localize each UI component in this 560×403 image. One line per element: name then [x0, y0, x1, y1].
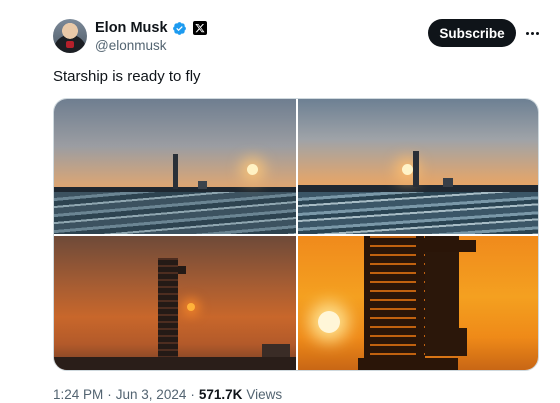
- photo-2[interactable]: [298, 99, 538, 234]
- post-meta: 1:24 PM · Jun 3, 2024 · 571.7K Views: [53, 387, 282, 402]
- views-count[interactable]: 571.7K: [199, 387, 243, 402]
- more-options-icon[interactable]: [522, 24, 542, 42]
- subscribe-button[interactable]: Subscribe: [428, 19, 516, 47]
- author-handle[interactable]: @elonmusk: [95, 38, 166, 53]
- views-label: Views: [246, 387, 283, 402]
- media-grid: [53, 98, 539, 371]
- verified-badge-icon: [172, 21, 186, 35]
- meta-separator: ·: [107, 387, 112, 402]
- photo-3[interactable]: [54, 236, 296, 370]
- photo-4[interactable]: [298, 236, 538, 370]
- x-logo-icon: [192, 21, 207, 35]
- tweet-card: Elon Musk @elonmusk Subscribe Starship i…: [0, 0, 560, 403]
- post-time[interactable]: 1:24 PM: [53, 387, 103, 402]
- author-avatar[interactable]: [53, 19, 87, 53]
- author-name-row: Elon Musk: [95, 19, 207, 37]
- post-date[interactable]: Jun 3, 2024: [116, 387, 187, 402]
- photo-1[interactable]: [54, 99, 296, 234]
- author-display-name[interactable]: Elon Musk: [95, 20, 168, 36]
- meta-separator: ·: [190, 387, 195, 402]
- post-text: Starship is ready to fly: [53, 68, 201, 85]
